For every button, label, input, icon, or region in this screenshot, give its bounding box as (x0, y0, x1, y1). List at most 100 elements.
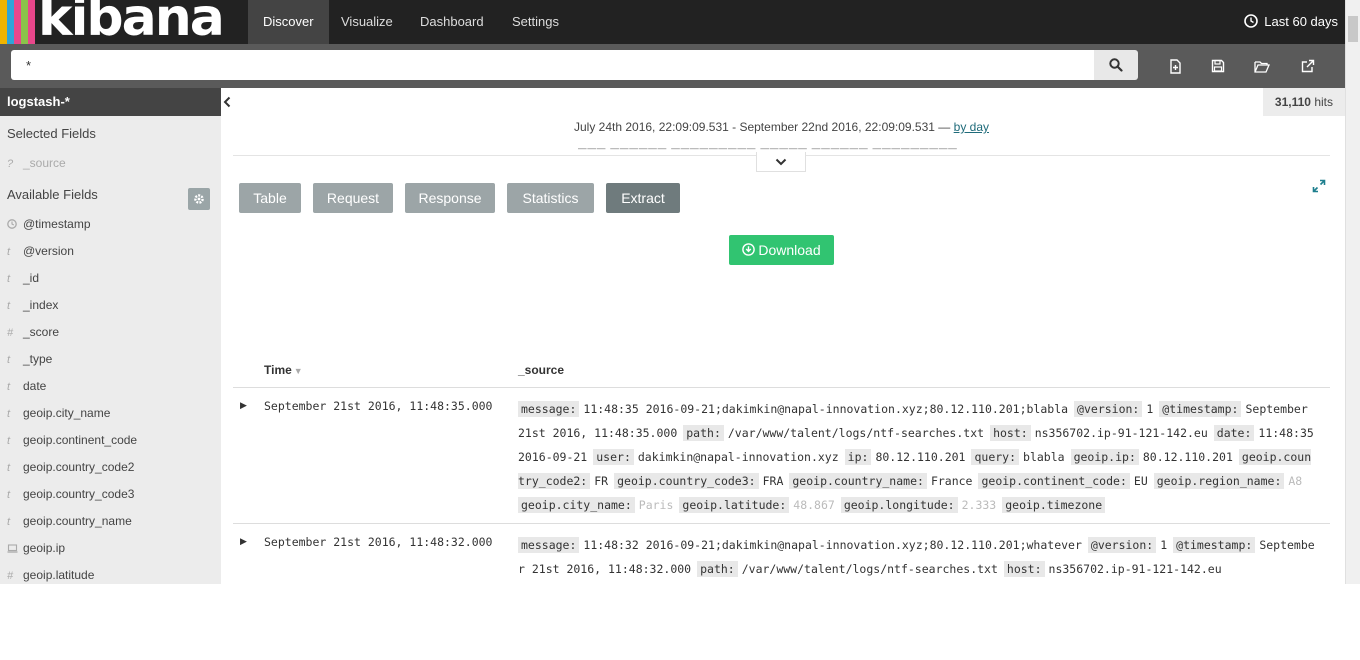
source-field-key: host: (990, 425, 1031, 441)
field-item[interactable]: t geoip.country_name (7, 508, 132, 535)
source-field-key: @version: (1074, 401, 1143, 417)
string-type-icon: t (7, 516, 11, 528)
field-item[interactable]: t geoip.country_code2 (7, 454, 134, 481)
field-item[interactable]: geoip.ip (7, 535, 65, 562)
field-item[interactable]: t geoip.country_code3 (7, 481, 134, 508)
field-item[interactable]: # geoip.latitude (7, 562, 94, 584)
source-field-value: Paris (638, 498, 674, 512)
clock-icon (1244, 14, 1259, 28)
field-sidebar: logstash-* Selected Fields ? _source Avai… (0, 88, 221, 584)
field-name: geoip.country_name (23, 514, 132, 528)
source-field-value: 1 (1146, 402, 1154, 416)
tab-request[interactable]: Request (313, 183, 393, 213)
row-source: message: 11:48:32 2016-09-21;dakimkin@nap… (518, 533, 1318, 583)
source-field-key: host: (1003, 561, 1045, 577)
nav-dashboard[interactable]: Dashboard (405, 0, 499, 44)
field-item[interactable]: # _score (7, 319, 59, 346)
source-field-key: ip: (844, 449, 872, 465)
source-field-value: ns356702.ip-91-121-142.eu (1048, 562, 1222, 576)
number-type-icon: # (7, 327, 14, 339)
download-label: Download (758, 242, 821, 258)
kibana-logo[interactable]: kibana (38, 0, 225, 48)
field-item[interactable]: t _index (7, 292, 58, 319)
kibana-logo-stripes (0, 0, 40, 44)
search-input[interactable] (11, 50, 1094, 80)
source-field-value: 11:48:32 2016-09-21;dakimkin@napal-innov… (583, 538, 1082, 552)
column-time-label: Time (264, 363, 292, 377)
nav-discover[interactable]: Discover (248, 0, 329, 44)
field-item[interactable]: t _id (7, 265, 39, 292)
source-field-value: /var/www/talent/logs/ntf-searches.txt (727, 426, 985, 440)
source-field-value: 11:48:35 2016-09-21;dakimkin@napal-innov… (583, 402, 1069, 416)
expand-row-icon[interactable]: ▶ (240, 536, 252, 548)
sort-down-icon[interactable]: ▼ (294, 366, 303, 376)
field-item[interactable]: ? _source (7, 150, 66, 177)
tab-table[interactable]: Table (239, 183, 301, 213)
field-settings-button[interactable] (188, 188, 210, 210)
share-search-button[interactable] (1297, 56, 1319, 76)
new-document-icon (1170, 58, 1181, 74)
save-icon (1211, 59, 1225, 73)
hits-label: hits (1314, 95, 1333, 109)
source-field-value: 48.867 (793, 498, 835, 512)
field-name: geoip.continent_code (23, 433, 138, 447)
source-field-key: path: (683, 425, 724, 441)
source-field-key: query: (971, 449, 1020, 465)
page-scrollbar[interactable] (1345, 0, 1360, 584)
source-field-key: geoip.region_name: (1153, 473, 1285, 489)
scrollbar-thumb[interactable] (1348, 16, 1358, 42)
field-item[interactable]: t geoip.city_name (7, 400, 110, 427)
collapse-sidebar-button[interactable] (221, 88, 233, 116)
field-name: _id (23, 271, 40, 285)
save-search-button[interactable] (1207, 56, 1229, 76)
field-name: _index (23, 298, 59, 312)
tab-response[interactable]: Response (405, 183, 495, 213)
load-search-button[interactable] (1251, 56, 1273, 76)
column-header-time[interactable]: Time ▼ (264, 363, 303, 377)
hits-number: 31,110 (1274, 95, 1311, 109)
field-item[interactable]: t _type (7, 346, 52, 373)
source-field-key: geoip.longitude: (840, 497, 958, 513)
field-item[interactable]: t @version (7, 238, 74, 265)
nav-settings[interactable]: Settings (497, 0, 574, 44)
tab-statistics[interactable]: Statistics (507, 183, 594, 213)
interval-link[interactable]: by day (954, 120, 989, 134)
toggle-histogram-button[interactable] (756, 152, 806, 172)
number-type-icon: # (7, 570, 14, 582)
source-field-key: geoip.country_name: (789, 473, 927, 489)
table-row[interactable]: ▶ September 21st 2016, 11:48:35.000 messag… (233, 388, 1330, 524)
source-field-value: 1 (1160, 538, 1168, 552)
index-pattern-selector[interactable]: logstash-* (0, 88, 221, 116)
timepicker[interactable]: Last 60 days (1244, 0, 1338, 44)
string-type-icon: t (7, 489, 11, 501)
download-button[interactable]: Download (729, 235, 834, 265)
source-field-key: geoip.country_code3: (614, 473, 759, 489)
field-item[interactable]: t geoip.continent_code (7, 427, 137, 454)
source-field-value: FR (594, 474, 609, 488)
field-item[interactable]: t date (7, 373, 46, 400)
field-name: @timestamp (23, 217, 91, 231)
field-name: date (23, 379, 47, 393)
nav-visualize[interactable]: Visualize (326, 0, 408, 44)
source-field-key: path: (697, 561, 738, 577)
expand-row-icon[interactable]: ▶ (240, 400, 252, 412)
laptop-icon (7, 536, 23, 563)
field-name: geoip.country_code2 (23, 460, 135, 474)
chevron-left-icon (223, 96, 231, 108)
tab-extract[interactable]: Extract (606, 183, 680, 213)
string-type-icon: t (7, 246, 11, 258)
search-button[interactable] (1094, 50, 1138, 80)
chevron-down-icon (775, 158, 787, 165)
date-range: July 24th 2016, 22:09:09.531 - September… (233, 120, 1330, 134)
download-icon (742, 243, 756, 257)
expand-icon[interactable] (1312, 179, 1326, 193)
new-search-button[interactable] (1165, 56, 1187, 76)
hits-count: 31,110 hits (1262, 88, 1345, 116)
string-type-icon: t (7, 435, 11, 447)
field-item[interactable]: @timestamp (7, 211, 91, 238)
field-name: _type (23, 352, 53, 366)
string-type-icon: t (7, 462, 11, 474)
search-bar-row (0, 44, 1345, 88)
table-row[interactable]: ▶ September 21st 2016, 11:48:32.000 messag… (233, 524, 1330, 660)
date-range-text: July 24th 2016, 22:09:09.531 - September… (574, 120, 951, 134)
